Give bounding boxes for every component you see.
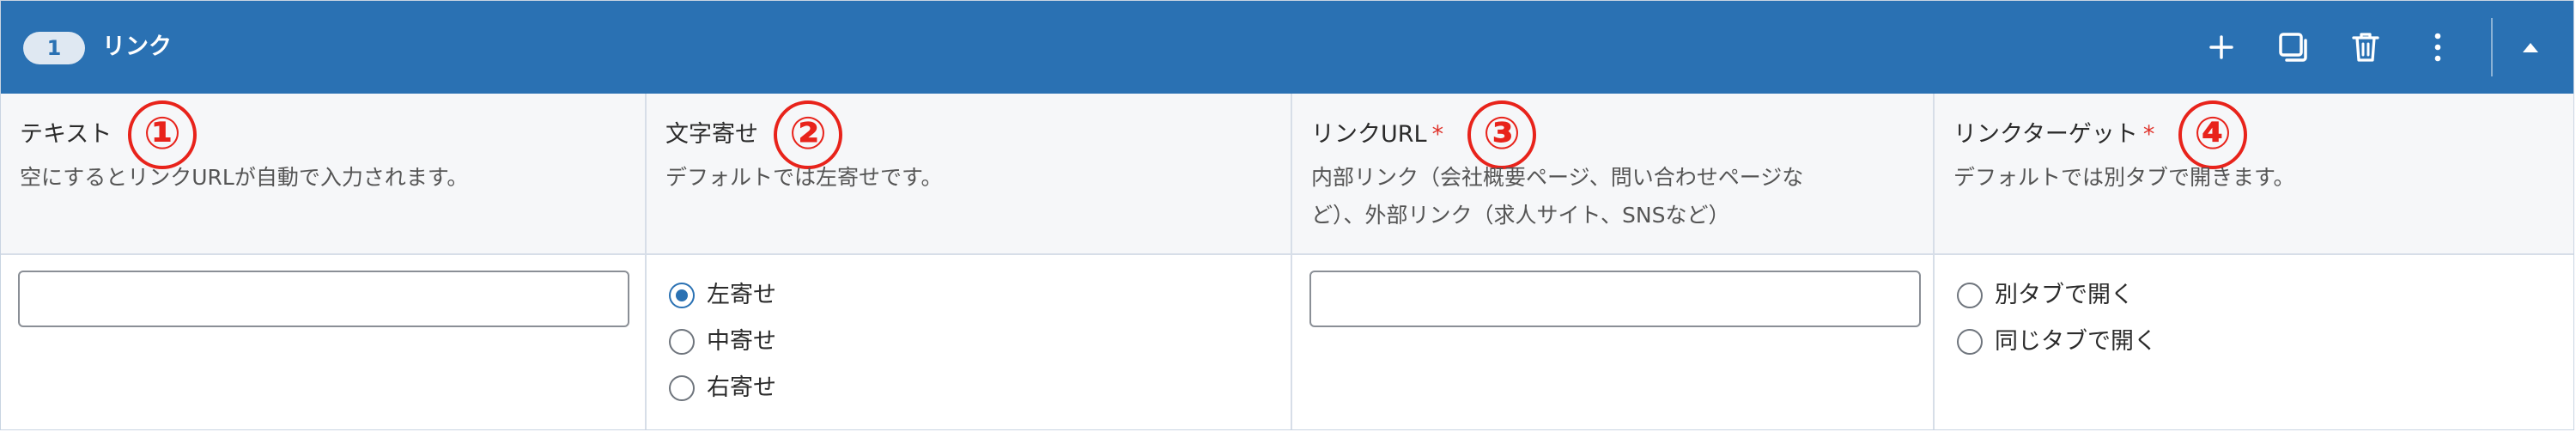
field-description: デフォルトでは左寄せです。 [665, 165, 943, 190]
field-label: テキスト [20, 121, 112, 148]
trash-icon [2352, 33, 2379, 62]
required-mark: * [2142, 121, 2155, 148]
fields-table: テキスト ① 空にするとリンクURLが自動で入力されます。 文字寄せ ② デフォ… [1, 94, 2573, 429]
more-options-button[interactable] [2415, 25, 2460, 70]
radio-option-new-tab[interactable]: 別タブで開く [1957, 272, 2157, 319]
delete-button[interactable] [2343, 25, 2388, 70]
radio-label: 右寄せ [707, 374, 776, 401]
field-link-target: リンクターゲット * ④ デフォルトでは別タブで開きます。 別タブで開く 同じタブ… [1935, 94, 2573, 429]
radio-label: 中寄せ [707, 328, 776, 355]
field-link-url: リンクURL * ③ 内部リンク（会社概要ページ、問い合わせページな ど）、外部リ… [1292, 94, 1935, 429]
text-input[interactable] [18, 271, 629, 327]
duplicate-icon [2279, 33, 2307, 62]
link-url-input[interactable] [1309, 271, 1921, 327]
field-text: テキスト ① 空にするとリンクURLが自動で入力されます。 [1, 94, 647, 429]
required-mark: * [1431, 121, 1444, 148]
link-block-panel: 1 リンク テキスト ① 空にするとリンクURLが自動で入力されます。 文字寄せ… [0, 0, 2574, 430]
field-description: デフォルトでは別タブで開きます。 [1953, 165, 2295, 190]
radio-option-left[interactable]: 左寄せ [669, 272, 776, 319]
radio-button-checked[interactable] [669, 283, 695, 308]
radio-label: 同じタブで開く [1995, 328, 2157, 355]
radio-button[interactable] [1957, 329, 1983, 355]
radio-option-same-tab[interactable]: 同じタブで開く [1957, 319, 2157, 365]
description-line: 内部リンク（会社概要ページ、問い合わせページな [1311, 165, 1804, 190]
header-divider [2491, 18, 2493, 76]
block-index-badge: 1 [23, 32, 85, 64]
radio-label: 左寄せ [707, 282, 776, 308]
collapse-button[interactable] [2508, 25, 2553, 70]
field-label: リンクURL * [1311, 121, 1444, 148]
radio-option-right[interactable]: 右寄せ [669, 365, 776, 411]
add-button[interactable] [2199, 25, 2244, 70]
field-alignment: 文字寄せ ② デフォルトでは左寄せです。 左寄せ 中寄せ 右寄せ [647, 94, 1292, 429]
radio-option-center[interactable]: 中寄せ [669, 319, 776, 365]
field-description: 空にするとリンクURLが自動で入力されます。 [20, 165, 469, 190]
radio-label: 別タブで開く [1995, 282, 2134, 308]
block-title: リンク [102, 33, 172, 60]
alignment-radio-group: 左寄せ 中寄せ 右寄せ [669, 272, 776, 411]
plus-icon [2209, 35, 2233, 59]
duplicate-button[interactable] [2271, 25, 2316, 70]
field-label: リンクターゲット * [1953, 121, 2155, 148]
radio-button[interactable] [1957, 283, 1983, 308]
block-header[interactable]: 1 リンク [1, 1, 2573, 94]
link-target-radio-group: 別タブで開く 同じタブで開く [1957, 272, 2157, 365]
field-label: 文字寄せ [665, 121, 758, 148]
more-icon [2434, 33, 2441, 62]
collapse-icon [2523, 43, 2538, 52]
radio-button[interactable] [669, 329, 695, 355]
description-line: ど）、外部リンク（求人サイト、SNSなど） [1311, 203, 1730, 228]
radio-button[interactable] [669, 375, 695, 401]
field-description: 内部リンク（会社概要ページ、問い合わせページな ど）、外部リンク（求人サイト、S… [1311, 159, 1803, 234]
